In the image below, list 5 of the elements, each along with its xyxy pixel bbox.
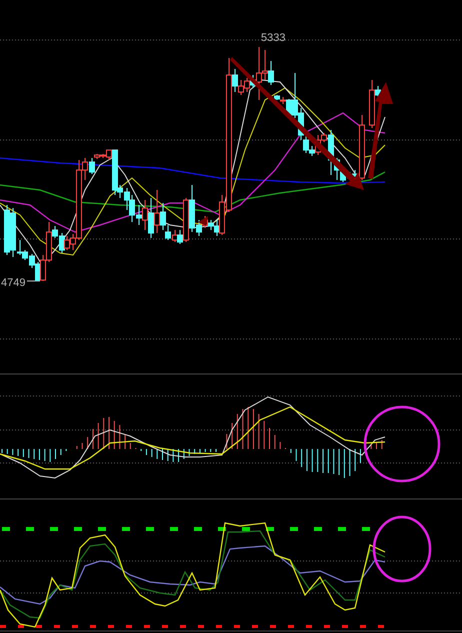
low-price-label: 4749 <box>1 277 26 289</box>
high-price-label: 5333 <box>261 32 286 44</box>
leader-line <box>26 280 40 282</box>
trend-arrow <box>198 216 208 226</box>
highlight-circle <box>372 516 432 582</box>
